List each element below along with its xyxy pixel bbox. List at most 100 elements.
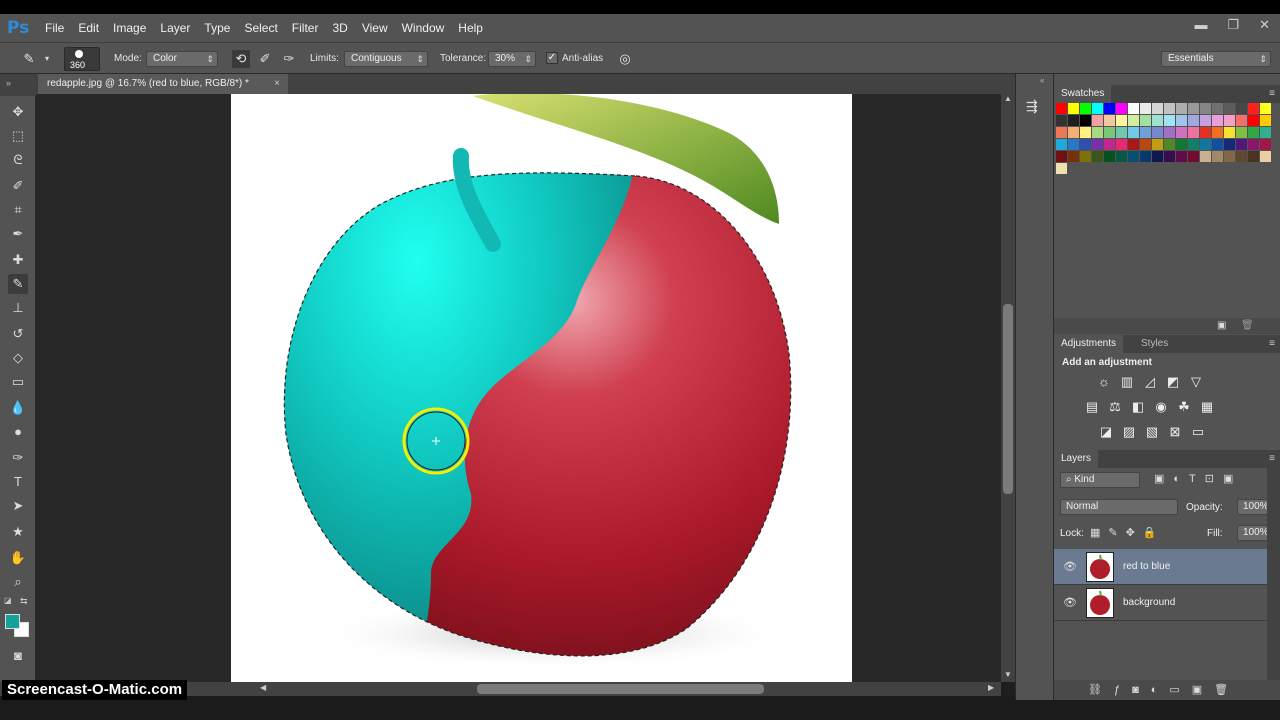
- color-swatch[interactable]: [1056, 103, 1067, 114]
- menu-filter[interactable]: Filter: [292, 21, 319, 35]
- color-swatch[interactable]: [1248, 127, 1259, 138]
- color-swatch[interactable]: [1080, 151, 1091, 162]
- invert-icon[interactable]: ◪: [1098, 424, 1114, 440]
- black-white-icon[interactable]: ◧: [1130, 399, 1146, 415]
- color-swatch[interactable]: [1056, 115, 1067, 126]
- workspace-select[interactable]: Essentials: [1161, 51, 1271, 67]
- color-swatch[interactable]: [1092, 127, 1103, 138]
- color-swatch[interactable]: [1236, 103, 1247, 114]
- brightness-contrast-icon[interactable]: ☼: [1096, 374, 1112, 390]
- color-swatch[interactable]: [1212, 139, 1223, 150]
- color-swatch[interactable]: [1236, 151, 1247, 162]
- lock-icons[interactable]: ▦✎✥🔒: [1090, 526, 1165, 539]
- history-brush-tool-icon[interactable]: ↺: [8, 324, 28, 344]
- color-swatch[interactable]: [1068, 139, 1079, 150]
- color-swatch[interactable]: [1068, 127, 1079, 138]
- color-swatch[interactable]: [1164, 151, 1175, 162]
- history-panel-icon[interactable]: ⇶: [1026, 98, 1038, 115]
- layer-filter-select[interactable]: ⌕ Kind: [1060, 472, 1140, 488]
- lasso-tool-icon[interactable]: ᘓ: [8, 150, 28, 170]
- tab-layers[interactable]: Layers: [1054, 450, 1099, 468]
- shape-tool-icon[interactable]: ★: [8, 522, 28, 542]
- color-swatch[interactable]: [1116, 103, 1127, 114]
- swatches-menu-icon[interactable]: ≡: [1269, 88, 1275, 99]
- restore-icon[interactable]: ❐: [1227, 17, 1239, 33]
- menu-file[interactable]: File: [45, 21, 64, 35]
- vibrance-icon[interactable]: ▽: [1188, 374, 1204, 390]
- color-swatch[interactable]: [1080, 103, 1091, 114]
- exposure-icon[interactable]: ◩: [1165, 374, 1181, 390]
- scroll-right-icon[interactable]: ▶: [988, 683, 994, 692]
- curves-icon[interactable]: ◿: [1142, 374, 1158, 390]
- posterize-icon[interactable]: ▨: [1121, 424, 1137, 440]
- foreground-color-swatch[interactable]: [5, 614, 20, 629]
- color-swatch[interactable]: [1188, 139, 1199, 150]
- color-swatch[interactable]: [1164, 127, 1175, 138]
- color-swatch[interactable]: [1260, 103, 1271, 114]
- color-swatch[interactable]: [1176, 103, 1187, 114]
- color-swatch[interactable]: [1128, 139, 1139, 150]
- delete-swatch-icon[interactable]: 🗑: [1241, 320, 1254, 331]
- menu-layer[interactable]: Layer: [160, 21, 190, 35]
- color-swatch[interactable]: [1116, 127, 1127, 138]
- color-swatch[interactable]: [1092, 115, 1103, 126]
- color-swatch[interactable]: [1152, 115, 1163, 126]
- blur-tool-icon[interactable]: 💧: [8, 398, 28, 418]
- menu-select[interactable]: Select: [244, 21, 277, 35]
- photo-filter-icon[interactable]: ◉: [1153, 399, 1169, 415]
- color-swatch[interactable]: [1152, 151, 1163, 162]
- swap-colors-icon[interactable]: ⇆: [20, 596, 28, 607]
- color-swatch[interactable]: [1248, 103, 1259, 114]
- color-swatch[interactable]: [1116, 115, 1127, 126]
- tab-swatches[interactable]: Swatches: [1054, 85, 1112, 103]
- gradient-map-icon[interactable]: ▭: [1190, 424, 1206, 440]
- color-swatch[interactable]: [1104, 151, 1115, 162]
- tab-adjustments[interactable]: Adjustments: [1054, 335, 1124, 353]
- move-tool-icon[interactable]: ✥: [8, 102, 28, 122]
- color-swatch[interactable]: [1164, 139, 1175, 150]
- color-swatch[interactable]: [1212, 127, 1223, 138]
- color-swatch[interactable]: [1212, 115, 1223, 126]
- mode-select[interactable]: Color: [146, 51, 218, 67]
- color-swatch[interactable]: [1104, 115, 1115, 126]
- healing-brush-tool-icon[interactable]: ✚: [8, 250, 28, 270]
- scroll-up-icon[interactable]: ▲: [1004, 94, 1012, 103]
- hue-saturation-icon[interactable]: ▤: [1084, 399, 1100, 415]
- default-colors-icon[interactable]: ◪: [4, 596, 12, 605]
- layer-row-background[interactable]: 👁 background: [1054, 585, 1267, 621]
- color-swatch[interactable]: [1260, 151, 1271, 162]
- color-swatch[interactable]: [1200, 139, 1211, 150]
- minimize-icon[interactable]: ▬: [1194, 17, 1207, 33]
- color-swatch[interactable]: [1080, 127, 1091, 138]
- color-swatch[interactable]: [1080, 115, 1091, 126]
- brush-picker[interactable]: 360: [64, 47, 100, 71]
- color-swatch[interactable]: [1164, 103, 1175, 114]
- menu-3d[interactable]: 3D: [332, 21, 347, 35]
- document-tab[interactable]: redapple.jpg @ 16.7% (red to blue, RGB/8…: [38, 74, 288, 94]
- color-swatch[interactable]: [1056, 127, 1067, 138]
- color-swatch[interactable]: [1224, 127, 1235, 138]
- layer-action-icons[interactable]: ⛓ƒ◙◐▭▣🗑: [1088, 683, 1240, 696]
- layer-row-red-to-blue[interactable]: 👁 red to blue: [1054, 549, 1267, 585]
- eye-icon[interactable]: 👁: [1063, 560, 1077, 573]
- type-tool-icon[interactable]: T: [8, 472, 28, 492]
- layer-filter-icons[interactable]: ▣◐T⊡▣: [1154, 472, 1242, 485]
- color-swatch[interactable]: [1080, 139, 1091, 150]
- color-swatch[interactable]: [1116, 151, 1127, 162]
- color-swatch[interactable]: [1224, 103, 1235, 114]
- quick-mask-icon[interactable]: ◙: [8, 646, 28, 666]
- color-swatch[interactable]: [1128, 127, 1139, 138]
- color-swatch[interactable]: [1104, 139, 1115, 150]
- sampling-once-icon[interactable]: ✐: [256, 50, 274, 68]
- menu-window[interactable]: Window: [402, 21, 445, 35]
- color-swatch[interactable]: [1092, 103, 1103, 114]
- gradient-tool-icon[interactable]: ▭: [8, 372, 28, 392]
- color-swatch[interactable]: [1248, 139, 1259, 150]
- adjustments-menu-icon[interactable]: ≡: [1269, 338, 1275, 349]
- menu-edit[interactable]: Edit: [78, 21, 99, 35]
- color-swatch[interactable]: [1104, 127, 1115, 138]
- tool-preset-chevron-icon[interactable]: ▾: [38, 50, 56, 68]
- close-icon[interactable]: ✕: [1259, 17, 1270, 33]
- color-swatch[interactable]: [1188, 115, 1199, 126]
- color-swatch[interactable]: [1200, 151, 1211, 162]
